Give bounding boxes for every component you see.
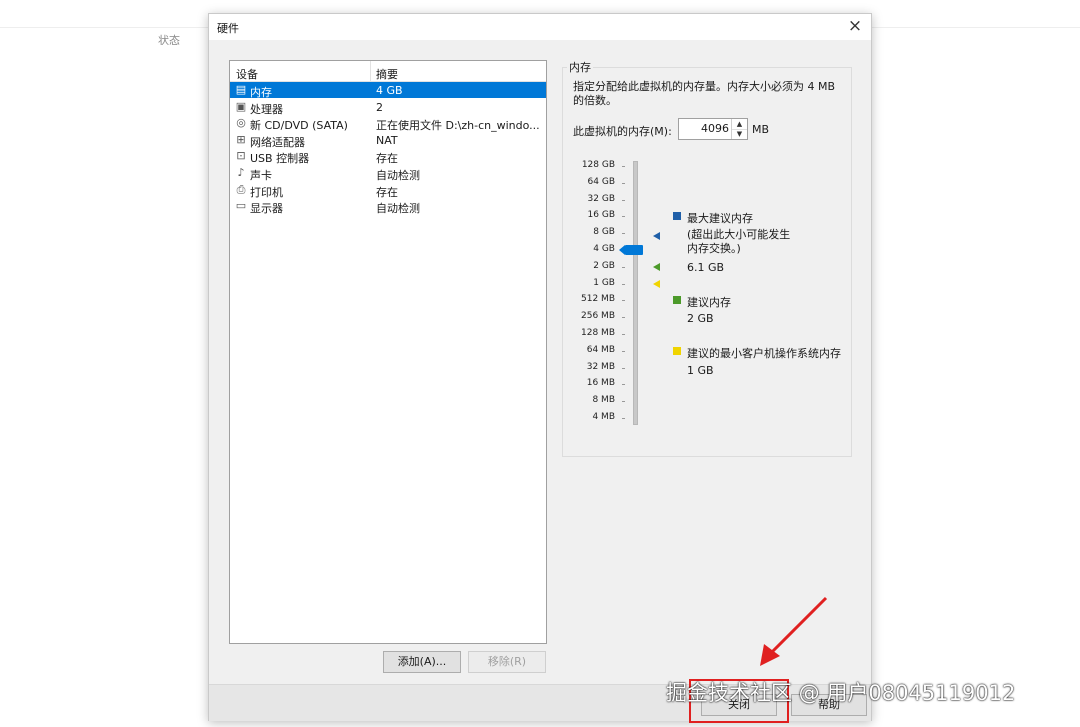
memory-slider-track[interactable] — [633, 161, 638, 425]
scale-tick-label: 32 MB — [586, 361, 615, 372]
memory-icon: ▤ — [235, 83, 247, 96]
device-name: 打印机 — [250, 185, 283, 199]
max-recommended-value: 6.1 GB — [687, 261, 725, 274]
recommended-swatch-icon — [673, 296, 681, 304]
device-summary: 存在 — [376, 152, 398, 166]
device-summary: 正在使用文件 D:\zh-cn_windo... — [376, 119, 540, 133]
scale-tick-mark — [622, 233, 625, 235]
minimum-marker-icon — [653, 280, 660, 288]
device-row-memory[interactable]: ▤ 内存 4 GB — [230, 82, 546, 99]
device-summary: 自动检测 — [376, 169, 420, 182]
device-row-usb-controller[interactable]: ⊡ USB 控制器 存在 — [230, 148, 546, 166]
scale-tick-mark — [622, 266, 625, 268]
scale-tick-label: 4 GB — [593, 244, 615, 254]
scale-tick-mark — [622, 384, 625, 386]
scale-tick-label: 16 GB — [587, 210, 615, 221]
device-name: 声卡 — [250, 169, 272, 182]
recommended-marker-icon — [653, 263, 660, 271]
dialog-titlebar: 硬件 × — [209, 14, 871, 40]
memory-size-label: 此虚拟机的内存(M): — [573, 125, 672, 138]
scale-tick-label: 8 MB — [592, 395, 615, 406]
scale-tick-label: 32 GB — [587, 193, 615, 204]
max-recommended-note: (超出此大小可能发生内存交换。) — [687, 228, 791, 255]
scale-tick-mark — [622, 166, 625, 167]
scale-tick-label: 4 MB — [592, 412, 615, 422]
memory-unit-label: MB — [752, 123, 770, 136]
dialog-title: 硬件 — [217, 22, 239, 35]
scale-tick-label: 1 GB — [593, 277, 615, 288]
scale-tick-mark — [622, 283, 625, 285]
remove-button[interactable]: 移除(R) — [468, 651, 546, 673]
device-row-printer[interactable]: ⎙ 打印机 存在 — [230, 182, 546, 199]
memory-size-value[interactable]: 4096 — [701, 122, 729, 135]
network-adapter-icon: ⊞ — [236, 132, 246, 146]
annotation-arrow-icon — [760, 596, 828, 666]
minimum-title: 建议的最小客户机操作系统内存 — [687, 347, 841, 360]
memory-size-stepper[interactable]: 4096 ▲ ▼ — [678, 118, 748, 140]
scale-tick-label: 64 GB — [587, 176, 615, 187]
device-summary: 2 — [376, 100, 383, 114]
max-recommended-marker-icon — [653, 232, 660, 240]
minimum-value: 1 GB — [687, 364, 714, 377]
device-row-cd-dvd[interactable]: ◎ 新 CD/DVD (SATA) 正在使用文件 D:\zh-cn_windo... — [230, 115, 546, 133]
device-row-processor[interactable]: ▣ 处理器 2 — [230, 99, 546, 116]
watermark: 掘金技术社区 @ 用户08045119012 — [666, 681, 1016, 705]
usb-controller-icon: ⊡ — [236, 149, 246, 163]
device-summary: NAT — [376, 133, 398, 147]
recommended-title: 建议内存 — [687, 296, 731, 309]
device-list-header: 设备 摘要 — [230, 61, 546, 82]
sound-card-icon: ♪ — [237, 166, 245, 179]
max-recommended-swatch-icon — [673, 212, 681, 220]
column-header-device[interactable]: 设备 — [236, 66, 258, 82]
scale-tick-label: 64 MB — [586, 344, 615, 355]
scale-tick-mark — [622, 334, 625, 335]
device-row-display[interactable]: ▭ 显示器 自动检测 — [230, 198, 546, 216]
device-summary: 自动检测 — [376, 202, 420, 216]
scale-tick-mark — [622, 199, 625, 201]
scale-tick-mark — [622, 300, 625, 302]
device-list: 设备 摘要 ▤ 内存 4 GB ▣ 处理器 2 ◎ 新 CD/DVD (SATA) 正在使用文件… — [229, 60, 547, 644]
device-name: 内存 — [250, 86, 272, 99]
column-header-summary[interactable]: 摘要 — [376, 66, 398, 82]
stepper-buttons: ▲ ▼ — [731, 119, 747, 139]
scale-tick-label: 128 GB — [581, 160, 615, 170]
device-row-network-adapter[interactable]: ⊞ 网络适配器 NAT — [230, 132, 546, 149]
scale-tick-mark — [622, 418, 625, 419]
scale-tick-mark — [622, 401, 625, 403]
cd-dvd-icon: ◎ — [236, 116, 246, 130]
device-row-sound-card[interactable]: ♪ 声卡 自动检测 — [230, 165, 546, 182]
minimum-swatch-icon — [673, 347, 681, 355]
scale-tick-mark — [622, 317, 625, 319]
scale-tick-mark — [622, 182, 625, 184]
device-summary: 存在 — [376, 185, 398, 199]
processor-icon: ▣ — [235, 99, 247, 113]
scale-tick-label: 16 MB — [586, 378, 615, 389]
scale-tick-mark — [622, 350, 625, 352]
background-status-label: 状态 — [158, 34, 180, 47]
scale-tick-label: 256 MB — [581, 311, 615, 322]
display-icon: ▭ — [235, 199, 247, 213]
scale-tick-mark — [622, 367, 625, 369]
device-name: 网络适配器 — [250, 135, 305, 149]
memory-description: 指定分配给此虚拟机的内存量。内存大小必须为 4 MB 的倍数。 — [573, 80, 836, 107]
recommended-value: 2 GB — [687, 312, 714, 325]
device-name: 处理器 — [250, 102, 283, 116]
add-button[interactable]: 添加(A)... — [383, 651, 461, 673]
printer-icon: ⎙ — [236, 182, 246, 196]
scale-tick-label: 512 MB — [581, 294, 615, 305]
device-name: 显示器 — [250, 202, 283, 216]
memory-group-title: 内存 — [567, 59, 593, 75]
device-name: USB 控制器 — [250, 152, 310, 166]
scale-tick-label: 2 GB — [593, 260, 615, 271]
scale-tick-mark — [622, 216, 625, 218]
device-summary: 4 GB — [376, 84, 403, 97]
scale-tick-label: 128 MB — [581, 328, 615, 338]
stepper-down-icon[interactable]: ▼ — [732, 129, 747, 139]
scale-tick-label: 8 GB — [593, 227, 615, 238]
column-separator[interactable] — [370, 61, 371, 81]
memory-slider-thumb[interactable] — [619, 245, 643, 255]
device-name: 新 CD/DVD (SATA) — [250, 119, 348, 133]
close-icon[interactable]: × — [845, 16, 865, 36]
max-recommended-title: 最大建议内存 — [687, 212, 753, 225]
